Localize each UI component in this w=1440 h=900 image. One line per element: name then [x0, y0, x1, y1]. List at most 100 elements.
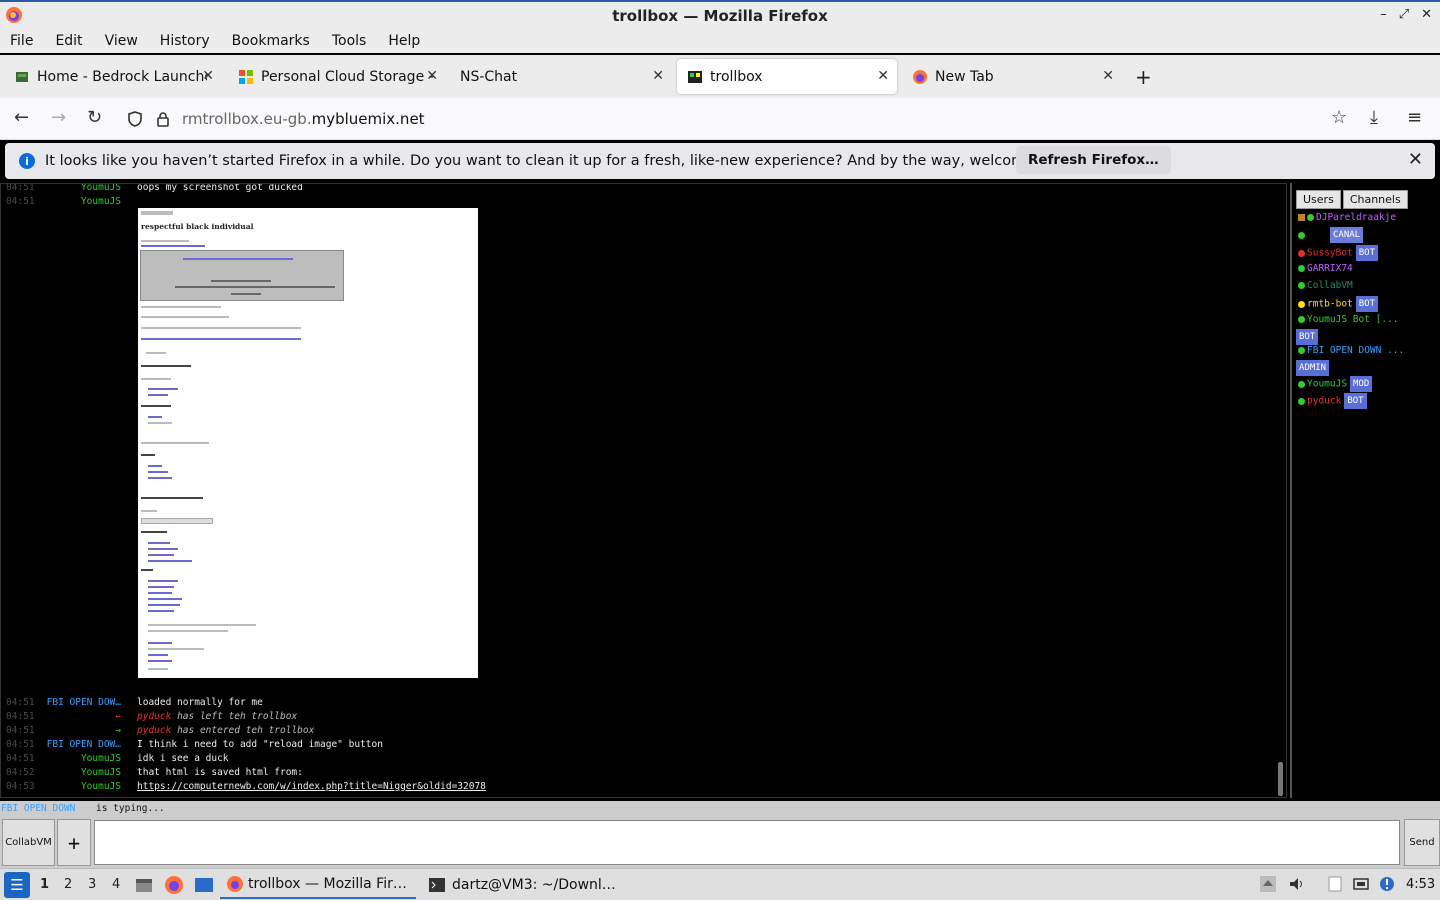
- new-tab-button[interactable]: +: [1135, 65, 1152, 89]
- close-tab-icon[interactable]: ✕: [877, 68, 889, 84]
- send-button[interactable]: Send: [1404, 819, 1440, 866]
- add-button[interactable]: +: [57, 819, 91, 866]
- file-manager-icon[interactable]: [134, 875, 154, 895]
- task-terminal[interactable]: dartz@VM3: ~/Downl…: [422, 871, 618, 899]
- taskbar: ☰ 1 2 3 4 trollbox — Mozilla Fir… dartz@…: [0, 868, 1440, 900]
- close-notification-icon[interactable]: ✕: [1408, 149, 1423, 170]
- chat-message: 04:53 YoumuJS https://computernewb.com/w…: [6, 780, 486, 794]
- window-title: trollbox — Mozilla Firefox: [612, 6, 828, 25]
- menu-tools[interactable]: Tools: [332, 33, 367, 49]
- user-list-item[interactable]: FBI OPEN DOWN ...: [1298, 344, 1404, 358]
- status-dot: [1298, 282, 1305, 289]
- close-tab-icon[interactable]: ✕: [426, 68, 438, 84]
- user-list-item[interactable]: pyduck BOT: [1298, 393, 1367, 409]
- tab-label: New Tab: [935, 68, 994, 85]
- hamburger-menu-icon[interactable]: ≡: [1407, 107, 1422, 128]
- menu-history[interactable]: History: [160, 33, 210, 49]
- maximize-button[interactable]: ⤢: [1399, 7, 1409, 22]
- tab-cloud-storage[interactable]: Personal Cloud Storage - ✕: [228, 59, 446, 94]
- chat-log[interactable]: 04:51 YoumuJS oops my screenshot got duc…: [0, 183, 1287, 798]
- user-list-item[interactable]: GARRIX74: [1298, 262, 1353, 276]
- user-list-item[interactable]: rmtb-bot BOT: [1298, 296, 1379, 312]
- workspace-2[interactable]: 2: [64, 877, 72, 892]
- tab-label: Personal Cloud Storage -: [261, 68, 434, 85]
- menu-file[interactable]: File: [10, 33, 33, 49]
- close-tab-icon[interactable]: ✕: [652, 68, 664, 84]
- user-list-item[interactable]: YoumuJS MOD: [1298, 376, 1373, 392]
- start-menu-icon[interactable]: ☰: [4, 872, 30, 898]
- chat-message: 04:51 YoumuJS idk i see a duck: [6, 753, 229, 764]
- user-list-item[interactable]: SussyBot BOT: [1298, 245, 1379, 261]
- firefox-launcher-icon[interactable]: [164, 875, 184, 895]
- status-dot: [1307, 214, 1314, 221]
- message-input[interactable]: [94, 820, 1400, 865]
- reload-icon[interactable]: ↻: [87, 107, 102, 128]
- chat-system-message: 04:51 → pyduck has entered teh trollbox: [6, 725, 315, 736]
- users-sidebar: Users Channels DJPareldraakje CANAL Suss…: [1290, 183, 1440, 798]
- menu-bar: File Edit View History Bookmarks Tools H…: [0, 29, 1440, 53]
- forward-arrow-icon[interactable]: →: [51, 107, 66, 128]
- tab-ns-chat[interactable]: NS-Chat ✕: [450, 59, 672, 94]
- volume-icon[interactable]: [1288, 875, 1306, 893]
- close-tab-icon[interactable]: ✕: [1102, 68, 1114, 84]
- chat-scrollbar[interactable]: [1278, 762, 1283, 796]
- user-list-item[interactable]: CollabVM: [1298, 279, 1353, 293]
- tab-channels[interactable]: Channels: [1342, 190, 1408, 209]
- tab-new-tab[interactable]: New Tab ✕: [902, 59, 1122, 94]
- back-arrow-icon[interactable]: ←: [14, 107, 29, 128]
- eject-icon[interactable]: [1259, 875, 1277, 893]
- menu-view[interactable]: View: [105, 33, 138, 49]
- tab-bedrock-launcher[interactable]: Home - Bedrock Launcher ✕: [4, 59, 222, 94]
- sidebar-tabs: Users Channels: [1296, 190, 1408, 209]
- window-controls: – ⤢ ✕: [1380, 7, 1432, 22]
- message-link[interactable]: https://computernewb.com/w/index.php?tit…: [137, 780, 486, 794]
- workspace-3[interactable]: 3: [88, 877, 96, 892]
- clock: 4:53: [1406, 877, 1436, 892]
- downloads-icon[interactable]: ⤓: [1370, 107, 1378, 128]
- url-text[interactable]: rmtrollbox.eu-gb.mybluemix.net: [182, 110, 425, 128]
- tab-users[interactable]: Users: [1296, 190, 1341, 209]
- menu-edit[interactable]: Edit: [55, 33, 82, 49]
- task-firefox[interactable]: trollbox — Mozilla Fir…: [220, 871, 416, 899]
- navigation-bar: ← → ↻ rmtrollbox.eu-gb.mybluemix.net ☆ ⤓…: [0, 98, 1440, 140]
- workspace-1[interactable]: 1: [40, 877, 49, 892]
- notes-icon[interactable]: [1326, 875, 1344, 893]
- role-badge: CANAL: [1330, 227, 1364, 243]
- windows-favicon-icon: [239, 69, 253, 84]
- update-notifier-icon[interactable]: [1378, 875, 1396, 893]
- tab-strip: Home - Bedrock Launcher ✕ Personal Cloud…: [0, 55, 1440, 98]
- url-bar[interactable]: rmtrollbox.eu-gb.mybluemix.net: [120, 103, 1360, 135]
- user-list-item[interactable]: DJPareldraakje: [1298, 211, 1396, 225]
- role-badge: BOT: [1296, 329, 1319, 345]
- firefox-task-icon: [227, 876, 243, 892]
- chat-message: 04:52 YoumuJS that html is saved html fr…: [6, 767, 303, 778]
- user-list-item[interactable]: YoumuJS Bot [...: [1298, 313, 1399, 327]
- chat-message: 04:51 FBI OPEN DOW… loaded normally for …: [6, 697, 263, 708]
- shared-screenshot-image[interactable]: respectful black individual: [138, 208, 478, 678]
- terminal-icon: [429, 878, 445, 892]
- menu-help[interactable]: Help: [388, 33, 420, 49]
- close-window-button[interactable]: ✕: [1421, 7, 1432, 22]
- tracking-shield-icon[interactable]: [126, 110, 144, 128]
- network-icon[interactable]: [1352, 875, 1370, 893]
- bookmark-star-icon[interactable]: ☆: [1331, 107, 1347, 128]
- lock-badge-icon: [1298, 214, 1305, 221]
- chat-system-message: 04:51 ← pyduck has left teh trollbox: [6, 711, 298, 722]
- bedrock-favicon-icon: [16, 71, 28, 82]
- enter-arrow-icon: →: [115, 725, 121, 736]
- user-list-item[interactable]: CANAL: [1298, 227, 1364, 243]
- close-tab-icon[interactable]: ✕: [202, 68, 214, 84]
- user-badge-row: ADMIN: [1296, 360, 1330, 376]
- channel-button[interactable]: CollabVM: [2, 819, 55, 866]
- minimize-button[interactable]: –: [1380, 7, 1387, 22]
- menu-bookmarks[interactable]: Bookmarks: [232, 33, 310, 49]
- firefox-icon: [6, 7, 22, 23]
- lock-icon[interactable]: [154, 110, 172, 128]
- tab-trollbox[interactable]: trollbox ✕: [677, 59, 897, 94]
- refresh-firefox-button[interactable]: Refresh Firefox…: [1016, 146, 1171, 174]
- workspace-4[interactable]: 4: [112, 877, 120, 892]
- chat-message: 04:51 FBI OPEN DOW… I think i need to ad…: [6, 739, 383, 750]
- role-badge: BOT: [1355, 296, 1379, 312]
- trollbox-page: 04:51 YoumuJS oops my screenshot got duc…: [0, 183, 1440, 868]
- desktop-icon[interactable]: [194, 875, 214, 895]
